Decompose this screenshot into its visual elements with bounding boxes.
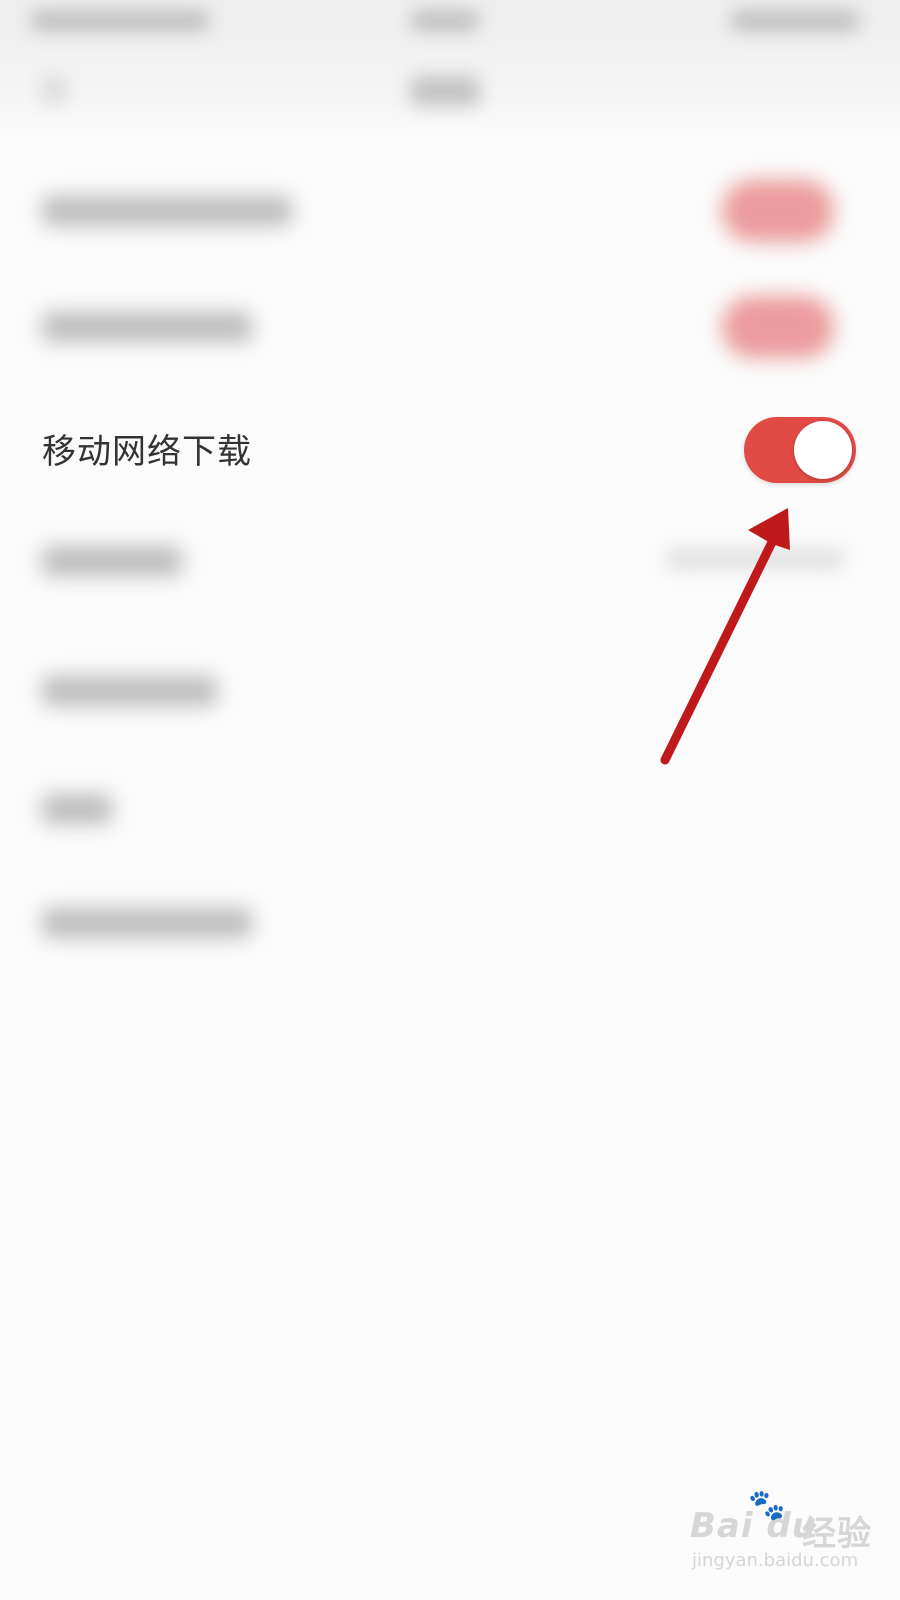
- mobile-download-toggle[interactable]: [744, 417, 856, 483]
- blurred-header: [0, 0, 900, 140]
- blurred-status-right: [730, 10, 860, 32]
- paw-icon: 🐾: [748, 1488, 786, 1523]
- blurred-setting-row-5-label: [42, 676, 217, 706]
- blurred-status-center: [410, 10, 480, 32]
- baidu-jingyan-watermark: Bai du 🐾 经验 jingyan.baidu.com: [690, 1488, 890, 1586]
- blurred-page-title: [410, 76, 480, 106]
- blurred-setting-row-7-label: [42, 908, 252, 938]
- blurred-status-left: [30, 10, 210, 32]
- blurred-setting-row-2-toggle: [722, 296, 834, 358]
- setting-row-mobile-download[interactable]: 移动网络下载: [0, 400, 900, 490]
- watermark-brand-cn: 经验: [802, 1514, 872, 1554]
- watermark-site: jingyan.baidu.com: [692, 1550, 859, 1571]
- blurred-setting-row-4-value: [665, 548, 845, 570]
- blurred-setting-row-6-label: [42, 794, 112, 824]
- blurred-setting-row-4-label: [42, 546, 182, 576]
- annotation-arrow-head: [748, 508, 790, 550]
- settings-screen: 移动网络下载 Bai du 🐾 经验 jingyan.baidu.com: [0, 0, 900, 1600]
- blurred-setting-row-1-label: [42, 196, 292, 226]
- blurred-back-icon: [42, 76, 66, 104]
- blurred-setting-row-1-toggle: [722, 180, 834, 242]
- blurred-setting-row-2-label: [42, 312, 252, 342]
- setting-label-mobile-download: 移动网络下载: [42, 432, 252, 472]
- toggle-knob: [794, 421, 852, 479]
